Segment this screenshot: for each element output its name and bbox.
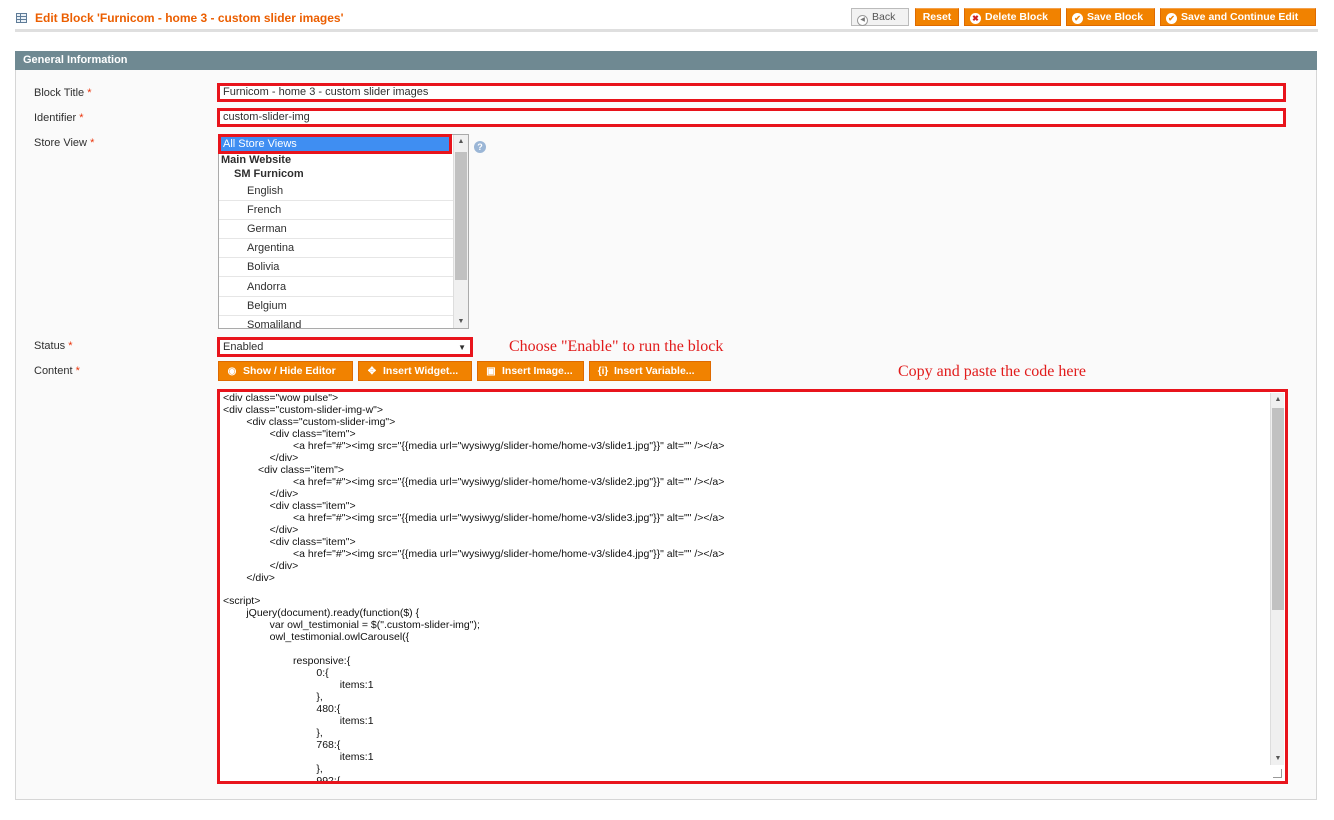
block-title-label: Block Title * (34, 87, 92, 99)
content-annotation: Copy and paste the code here (898, 363, 1086, 380)
scrollbar-thumb[interactable] (455, 152, 467, 280)
help-icon[interactable]: ? (474, 141, 486, 153)
scrollbar-thumb[interactable] (1272, 408, 1284, 610)
store-view-store-group: SM Furnicom (234, 168, 304, 180)
image-icon: ▣ (486, 366, 496, 377)
back-button[interactable]: ◀ Back (851, 8, 909, 26)
delete-block-button[interactable]: ✖ Delete Block (964, 8, 1061, 26)
store-view-option[interactable]: Andorra (219, 278, 454, 297)
content-code[interactable]: <div class="wow pulse"> <div class="cust… (223, 392, 724, 781)
store-view-website-group: Main Website (221, 154, 292, 166)
widget-icon: ✥ (367, 366, 377, 377)
identifier-input[interactable]: custom-slider-img (217, 108, 1286, 127)
chevron-down-icon: ▼ (458, 343, 466, 352)
variable-icon: {i} (597, 366, 609, 377)
status-annotation: Choose "Enable" to run the block (509, 338, 724, 355)
store-view-option[interactable]: English (219, 182, 454, 201)
store-view-option[interactable]: Belgium (219, 297, 454, 316)
insert-variable-button[interactable]: {i} Insert Variable... (589, 361, 711, 381)
page-title: Edit Block 'Furnicom - home 3 - custom s… (35, 11, 344, 25)
scroll-up-icon[interactable]: ▲ (1271, 393, 1285, 406)
scroll-up-icon[interactable]: ▲ (454, 135, 468, 148)
store-view-selected-option[interactable]: All Store Views (218, 134, 452, 154)
scroll-down-icon[interactable]: ▼ (454, 315, 468, 328)
store-view-option[interactable]: Argentina (219, 239, 454, 258)
checkmark-icon: ✔ (1072, 13, 1083, 24)
store-view-option[interactable]: German (219, 220, 454, 239)
eye-icon: ◉ (227, 366, 237, 377)
insert-image-button[interactable]: ▣ Insert Image... (477, 361, 584, 381)
grid-icon (16, 13, 27, 23)
save-and-continue-button[interactable]: ✔ Save and Continue Edit (1160, 8, 1316, 26)
content-label: Content * (34, 365, 80, 377)
save-block-button[interactable]: ✔ Save Block (1066, 8, 1155, 26)
section-title: General Information (15, 51, 1317, 70)
content-scrollbar[interactable]: ▲ ▼ (1270, 393, 1284, 765)
block-title-input[interactable]: Furnicom - home 3 - custom slider images (217, 83, 1286, 102)
status-select[interactable]: Enabled ▼ (217, 337, 473, 357)
content-textarea[interactable]: <div class="wow pulse"> <div class="cust… (217, 389, 1288, 784)
identifier-label: Identifier * (34, 112, 84, 124)
insert-widget-button[interactable]: ✥ Insert Widget... (358, 361, 472, 381)
store-view-multiselect[interactable]: Main Website SM Furnicom English French … (218, 134, 469, 329)
show-hide-editor-button[interactable]: ◉ Show / Hide Editor (218, 361, 353, 381)
status-label: Status * (34, 340, 73, 352)
resize-handle-icon[interactable] (1273, 769, 1282, 778)
store-view-scrollbar[interactable]: ▲ ▼ (453, 135, 468, 328)
back-arrow-icon: ◀ (857, 15, 868, 26)
store-view-label: Store View * (34, 137, 95, 149)
store-view-option[interactable]: Somaliland (219, 316, 454, 328)
store-view-option[interactable]: Bolivia (219, 258, 454, 277)
scroll-down-icon[interactable]: ▼ (1271, 752, 1285, 765)
reset-button[interactable]: Reset (915, 8, 959, 26)
checkmark-icon: ✔ (1166, 13, 1177, 24)
delete-icon: ✖ (970, 13, 981, 24)
store-view-option[interactable]: French (219, 201, 454, 220)
